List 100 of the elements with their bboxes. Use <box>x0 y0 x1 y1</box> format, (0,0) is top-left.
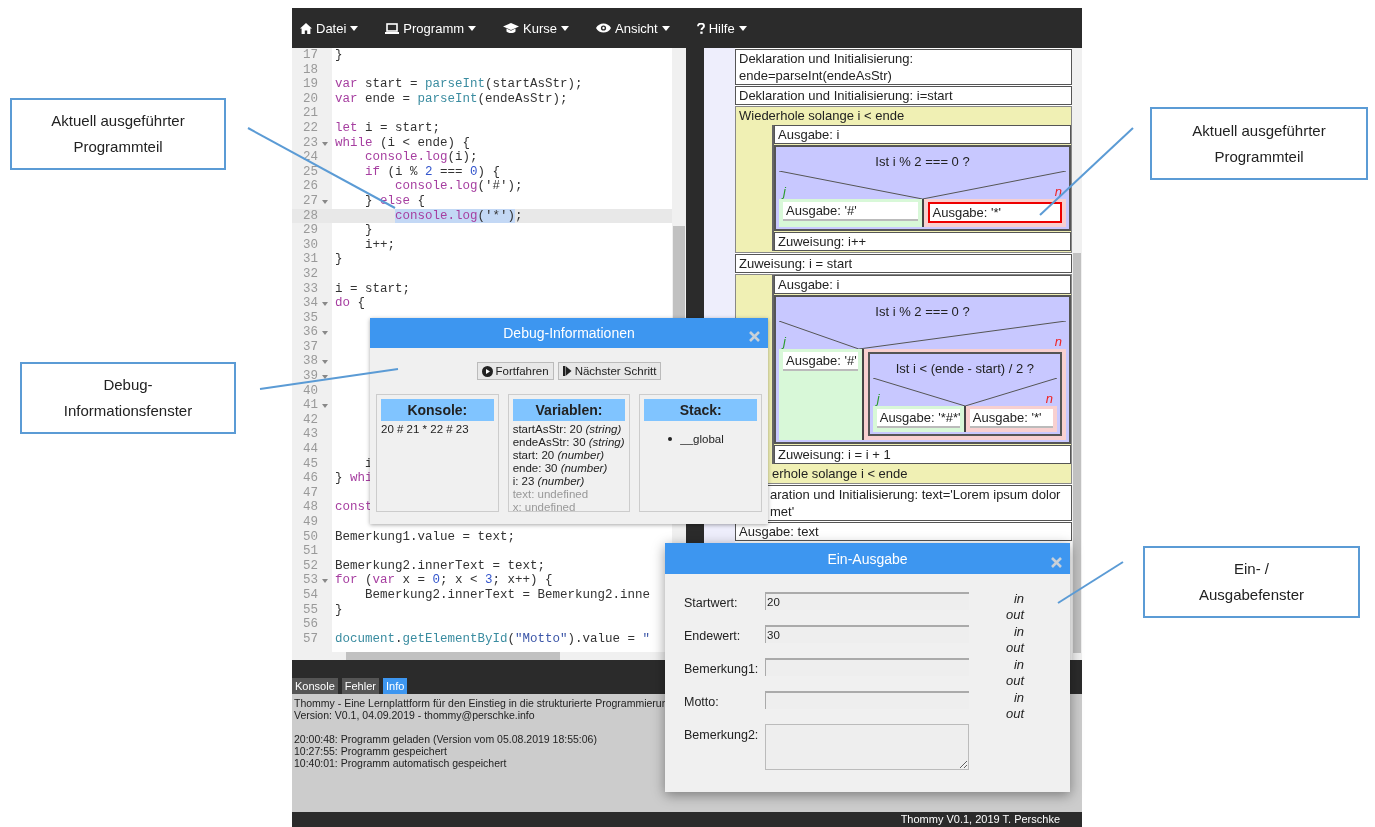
code-line: console.log(i); <box>364 150 478 165</box>
statement-block: Zuweisung: i = i + 1 <box>774 445 1071 464</box>
statement-block: Zuweisung: i = start <box>735 254 1072 273</box>
code-line: Bemerkung2.innerText = Bemerkung2.inne <box>364 587 651 603</box>
caret-icon <box>468 25 477 31</box>
statement-block: Ausgabe: '*' <box>969 409 1053 428</box>
line-number: 23 <box>302 135 319 151</box>
menu-item[interactable]: Hilfe <box>696 20 760 36</box>
line-number: 50 <box>302 529 319 545</box>
input-field[interactable]: 20 <box>765 592 969 610</box>
yes-label: j <box>783 334 786 349</box>
code-line: while (i < ende) { <box>335 135 471 151</box>
menu-item[interactable]: Datei <box>300 20 372 36</box>
scrollbar[interactable] <box>1072 48 1082 660</box>
fold-arrow-icon[interactable] <box>322 375 328 380</box>
code-line: var ende = parseInt(endeAsStr); <box>335 91 568 107</box>
fold-arrow-icon[interactable] <box>322 360 328 365</box>
line-number: 37 <box>302 339 319 355</box>
branch-condition: Ist i % 2 === 0 ? <box>874 154 971 169</box>
code-line: } <box>335 252 343 267</box>
question-icon <box>696 22 705 34</box>
info-text: Thommy - Eine Lernplattform für den Einstieg in die strukturierte Programmierun <box>294 697 668 709</box>
variable-entry: ende: 30 (number) <box>512 462 609 475</box>
statement-block: Ausgabe: '*#*' <box>876 409 960 428</box>
line-number: 26 <box>302 179 319 194</box>
close-icon[interactable] <box>749 331 760 342</box>
line-number: 40 <box>302 383 319 399</box>
line-number: 41 <box>302 398 319 413</box>
fold-arrow-icon[interactable] <box>322 331 328 336</box>
line-number: 31 <box>302 252 319 267</box>
fold-arrow-icon[interactable] <box>322 141 328 146</box>
code-line: i++; <box>364 237 395 253</box>
code-line: console.log('*'); <box>394 208 523 224</box>
menu-item[interactable]: Programm <box>385 20 490 36</box>
fold-arrow-icon[interactable] <box>322 404 328 409</box>
panel-tab[interactable]: Fehler <box>341 678 379 694</box>
code-line: for (var x = 0; x < 3; x++) { <box>335 573 553 588</box>
dialog-title: Ein-Ausgabe <box>827 550 908 567</box>
field-label: Motto: <box>684 694 720 711</box>
laptop-icon <box>385 22 400 34</box>
code-line: const <box>335 500 373 515</box>
in-label: in <box>1012 690 1024 706</box>
code-line: if (i % 2 === 0) { <box>364 164 501 180</box>
line-number: 25 <box>302 164 319 180</box>
bullet-icon <box>668 437 673 441</box>
loop-condition: Wiederhole solange i < ende <box>738 107 906 125</box>
fold-arrow-icon[interactable] <box>322 199 328 204</box>
statement-block: Ausgabe: '#' <box>783 352 858 371</box>
play-circle-icon <box>481 365 493 377</box>
in-label: in <box>1012 657 1024 673</box>
stack-entry: __global <box>680 433 724 445</box>
code-line: } else { <box>364 193 426 209</box>
panel-tab[interactable]: Konsole <box>292 678 338 694</box>
line-number: 53 <box>302 573 319 588</box>
text-area[interactable] <box>765 724 969 770</box>
menu-item[interactable]: Ansicht <box>596 20 683 36</box>
code-line: } whi <box>335 471 373 486</box>
code-line: Bemerkung2.innerText = text; <box>335 558 546 574</box>
statement-block: Ausgabe: '#' <box>783 202 918 221</box>
out-label: out <box>1004 607 1024 623</box>
dialog-title: Debug-Informationen <box>503 325 635 341</box>
in-label: in <box>1012 591 1024 607</box>
debug-button[interactable]: Fortfahren <box>476 362 554 380</box>
console-output: 20 # 21 * 22 # 23 <box>381 423 470 435</box>
line-number: 33 <box>302 281 319 297</box>
code-line: Bemerkung1.value = text; <box>335 529 516 545</box>
line-number: 52 <box>302 558 319 574</box>
line-number: 43 <box>302 427 319 443</box>
close-icon[interactable] <box>1051 557 1062 568</box>
field-label: Startwert: <box>684 595 739 612</box>
info-text: 10:40:01: Programm automatisch gespeichert <box>294 757 507 769</box>
line-number: 27 <box>302 193 319 209</box>
variable-entry: text: undefined <box>512 488 590 501</box>
loop-condition: erhole solange i < ende <box>771 465 909 483</box>
panel-heading: Konsole: <box>381 399 494 421</box>
leader-line <box>1057 561 1124 604</box>
callout: Aktuell ausgeführter Programmteil <box>10 98 226 170</box>
no-label: n <box>1054 334 1062 349</box>
code-line: var start = parseInt(startAsStr); <box>335 77 583 92</box>
code-line: i = start; <box>335 281 410 297</box>
fold-arrow-icon[interactable] <box>322 302 328 307</box>
variable-entry: x: undefined <box>512 501 577 514</box>
line-number: 46 <box>302 471 319 486</box>
statement-block: Ausgabe: '*' <box>927 202 1062 223</box>
fold-arrow-icon[interactable] <box>322 579 328 584</box>
code-line: console.log('#'); <box>394 179 523 194</box>
info-text: 20:00:48: Programm geladen (Version vom 05.08.2019 18:55:06) <box>294 733 597 745</box>
debug-button[interactable]: Nächster Schritt <box>557 362 662 380</box>
line-number: 47 <box>302 485 319 501</box>
caret-icon <box>350 25 359 31</box>
field-label: Endewert: <box>684 628 742 645</box>
line-number: 44 <box>302 442 319 457</box>
input-field[interactable]: 30 <box>765 625 969 643</box>
field-label: Bemerkung2: <box>684 727 760 744</box>
line-number: 49 <box>302 515 319 530</box>
caret-icon <box>561 25 569 31</box>
yes-label: j <box>876 391 880 406</box>
code-line: let i = start; <box>335 120 441 136</box>
menu-item[interactable]: Kurse <box>503 20 582 36</box>
in-label: in <box>1012 624 1024 640</box>
